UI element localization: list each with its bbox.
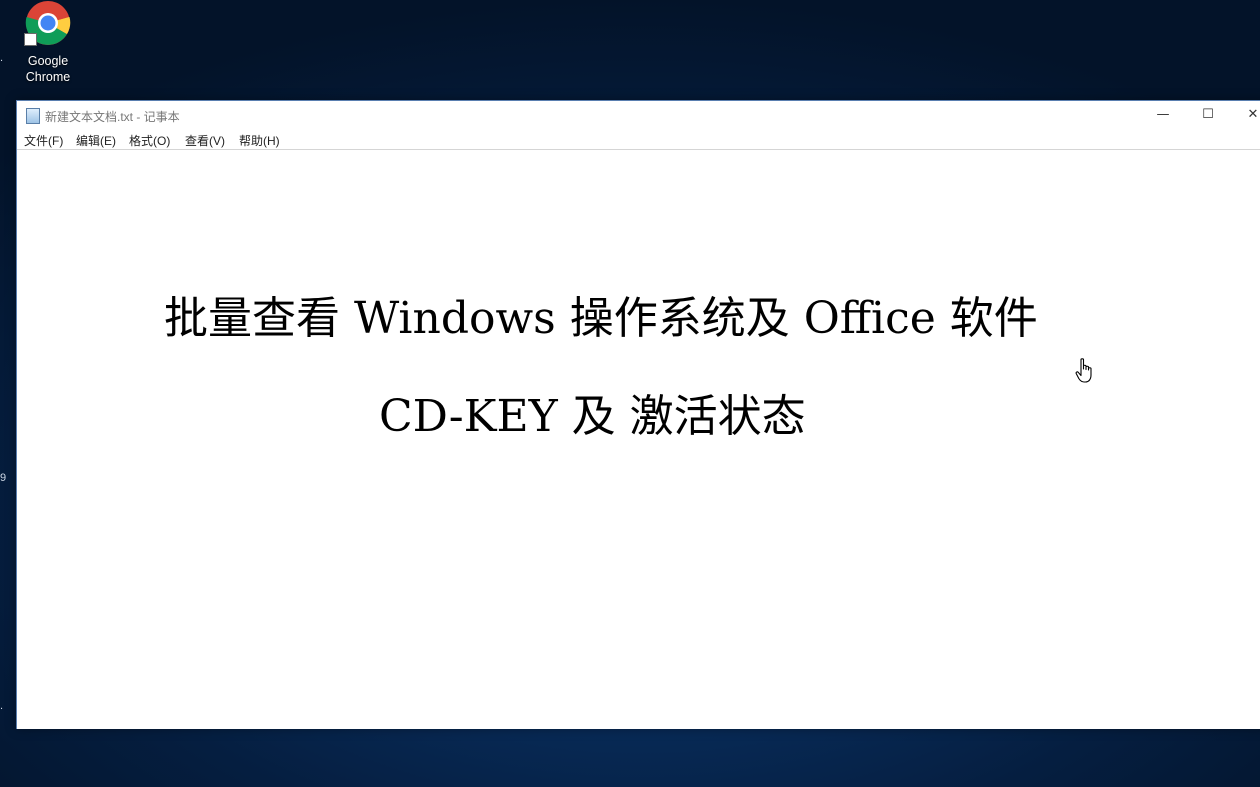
hand-cursor-icon: [1075, 358, 1092, 383]
close-button[interactable]: ✕: [1231, 101, 1260, 129]
text-editor-area[interactable]: 批量查看 Windows 操作系统及 Office 软件 CD-KEY 及 激活…: [17, 150, 1260, 729]
edge-label-fragment: .: [0, 700, 4, 712]
minimize-button[interactable]: —: [1141, 101, 1185, 129]
desktop-icon-label-line2: Chrome: [25, 70, 71, 84]
maximize-button[interactable]: ☐: [1186, 101, 1230, 129]
desktop-icon-label-line1: Google: [27, 54, 69, 68]
desktop-icon-label: Google Chrome: [16, 53, 80, 85]
notepad-window: 新建文本文档.txt - 记事本 — ☐ ✕ 文件(F) 编辑(E) 格式(O)…: [16, 100, 1260, 729]
shortcut-arrow-icon: [24, 33, 37, 46]
menu-help[interactable]: 帮助(H): [239, 132, 280, 149]
window-title: 新建文本文档.txt - 记事本: [45, 110, 180, 124]
desktop-icon-google-chrome[interactable]: Google Chrome: [16, 0, 80, 85]
edge-label-fragment: 9: [0, 472, 7, 484]
document-line-2: CD-KEY 及 激活状态: [379, 391, 806, 442]
menu-bar: 文件(F) 编辑(E) 格式(O) 查看(V) 帮助(H): [17, 129, 1260, 150]
menu-edit[interactable]: 编辑(E): [76, 132, 116, 149]
menu-format[interactable]: 格式(O): [129, 132, 170, 149]
document-line-1: 批量查看 Windows 操作系统及 Office 软件: [164, 293, 1038, 344]
menu-file[interactable]: 文件(F): [24, 132, 63, 149]
edge-label-fragment: .: [0, 52, 4, 64]
title-bar[interactable]: 新建文本文档.txt - 记事本 — ☐ ✕: [17, 101, 1260, 129]
notepad-icon: [26, 108, 40, 124]
menu-view[interactable]: 查看(V): [185, 132, 225, 149]
